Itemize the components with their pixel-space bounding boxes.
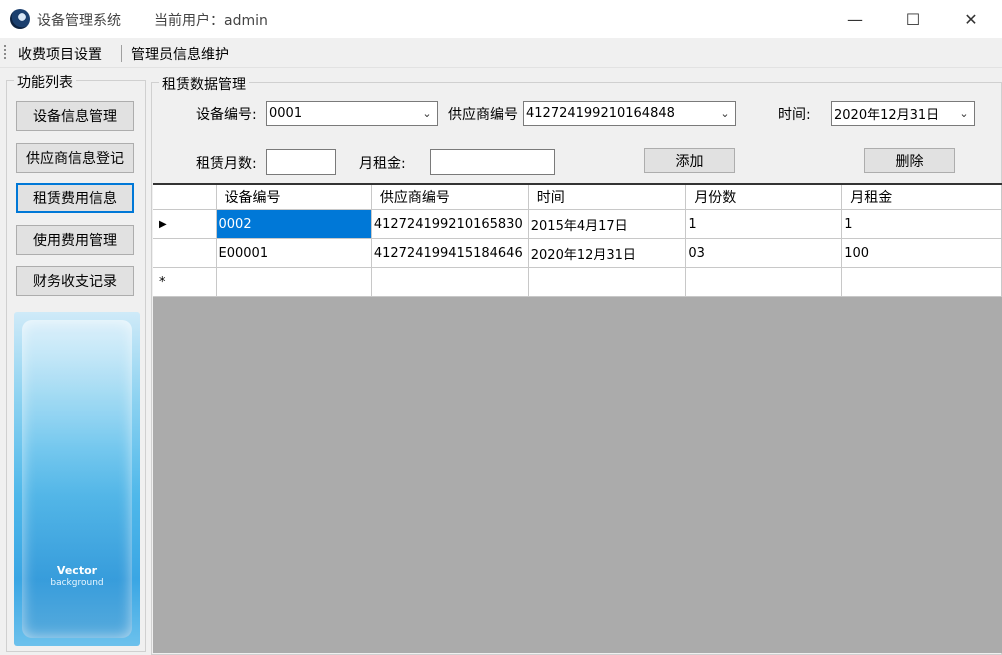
finance-record-button[interactable]: 财务收支记录 <box>16 266 134 296</box>
menu-separator <box>121 45 122 62</box>
table-row[interactable]: ▶ 0002 412724199210165830 2015年4月17日 1 1 <box>153 209 1002 239</box>
table-cell[interactable] <box>528 267 687 297</box>
table-cell[interactable]: 1 <box>841 209 1002 239</box>
maximize-icon: ☐ <box>905 9 921 29</box>
delete-button[interactable]: 删除 <box>864 148 955 173</box>
supplier-id-value: 412724199210164848 <box>526 106 675 121</box>
chevron-down-icon: ⌄ <box>422 107 432 120</box>
column-header-device-id[interactable]: 设备编号 <box>216 185 372 210</box>
menu-item-admin-info[interactable]: 管理员信息维护 <box>131 44 229 64</box>
new-row[interactable]: * <box>153 267 1002 297</box>
table-cell[interactable] <box>216 267 372 297</box>
device-id-select[interactable]: 0001 ⌄ <box>266 101 438 126</box>
close-button[interactable]: ✕ <box>942 0 1000 38</box>
rental-data-legend: 租赁数据管理 <box>159 74 249 94</box>
table-header-row: 设备编号 供应商编号 时间 月份数 月租金 <box>153 185 1002 210</box>
supplier-id-label: 供应商编号 <box>448 107 518 123</box>
chevron-down-icon: ⌄ <box>959 107 969 120</box>
chevron-down-icon: ⌄ <box>720 107 730 120</box>
new-row-indicator-icon[interactable]: * <box>153 267 217 297</box>
table-cell[interactable]: 100 <box>841 238 1002 268</box>
table-cell[interactable]: 1 <box>685 209 843 239</box>
close-icon: ✕ <box>964 9 978 29</box>
table-cell[interactable]: 2015年4月17日 <box>528 209 687 239</box>
rental-fee-button[interactable]: 租赁费用信息 <box>16 183 134 213</box>
monthly-rent-label: 月租金: <box>359 156 406 172</box>
rental-months-label: 租赁月数: <box>196 156 257 172</box>
rental-months-input[interactable] <box>266 149 336 175</box>
column-header-monthly-rent[interactable]: 月租金 <box>841 185 1002 210</box>
table-row[interactable]: E00001 412724199415184646 2020年12月31日 03… <box>153 238 1002 268</box>
supplier-id-select[interactable]: 412724199210164848 ⌄ <box>523 101 736 126</box>
window-title: 设备管理系统 <box>37 13 121 29</box>
minimize-button[interactable]: — <box>826 0 884 38</box>
function-list-legend: 功能列表 <box>14 72 76 92</box>
add-button[interactable]: 添加 <box>644 148 735 173</box>
app-icon <box>10 9 30 29</box>
row-header-corner <box>153 185 217 210</box>
column-header-supplier-id[interactable]: 供应商编号 <box>371 185 529 210</box>
device-info-button[interactable]: 设备信息管理 <box>16 101 134 131</box>
table-cell[interactable]: 0002 <box>216 209 372 239</box>
current-row-indicator-icon[interactable]: ▶ <box>153 209 217 239</box>
table-cell[interactable] <box>371 267 529 297</box>
decorative-banner-image: Vector background <box>14 312 140 646</box>
date-picker[interactable]: 2020年12月31日 ⌄ <box>831 101 975 126</box>
table-cell[interactable]: E00001 <box>216 238 372 268</box>
column-header-time[interactable]: 时间 <box>528 185 687 210</box>
current-user-label: 当前用户：admin <box>154 13 268 29</box>
banner-glass-card <box>22 320 132 638</box>
table-cell[interactable]: 2020年12月31日 <box>528 238 687 268</box>
date-value: 2020年12月31日 <box>834 108 940 123</box>
device-id-label: 设备编号: <box>196 107 257 123</box>
table-cell[interactable]: 03 <box>685 238 843 268</box>
menu-grip-icon <box>4 45 6 61</box>
menu-item-fee-settings[interactable]: 收费项目设置 <box>18 44 102 64</box>
table-cell[interactable]: 412724199415184646 <box>371 238 529 268</box>
table-cell[interactable]: 412724199210165830 <box>371 209 529 239</box>
table-cell[interactable] <box>841 267 1002 297</box>
rental-data-grid[interactable]: 设备编号 供应商编号 时间 月份数 月租金 ▶ 0002 41272419921… <box>153 183 1002 653</box>
banner-subtitle: background <box>50 578 104 588</box>
monthly-rent-input[interactable] <box>430 149 555 175</box>
time-label: 时间: <box>778 107 811 123</box>
column-header-months[interactable]: 月份数 <box>685 185 843 210</box>
row-header[interactable] <box>153 238 217 268</box>
table-cell[interactable] <box>685 267 843 297</box>
supplier-register-button[interactable]: 供应商信息登记 <box>16 143 134 173</box>
usage-fee-button[interactable]: 使用费用管理 <box>16 225 134 255</box>
minimize-icon: — <box>847 9 863 29</box>
banner-title: Vector <box>56 564 98 577</box>
rental-table: 设备编号 供应商编号 时间 月份数 月租金 ▶ 0002 41272419921… <box>153 185 1002 297</box>
maximize-button[interactable]: ☐ <box>884 0 942 38</box>
device-id-value: 0001 <box>269 106 303 121</box>
